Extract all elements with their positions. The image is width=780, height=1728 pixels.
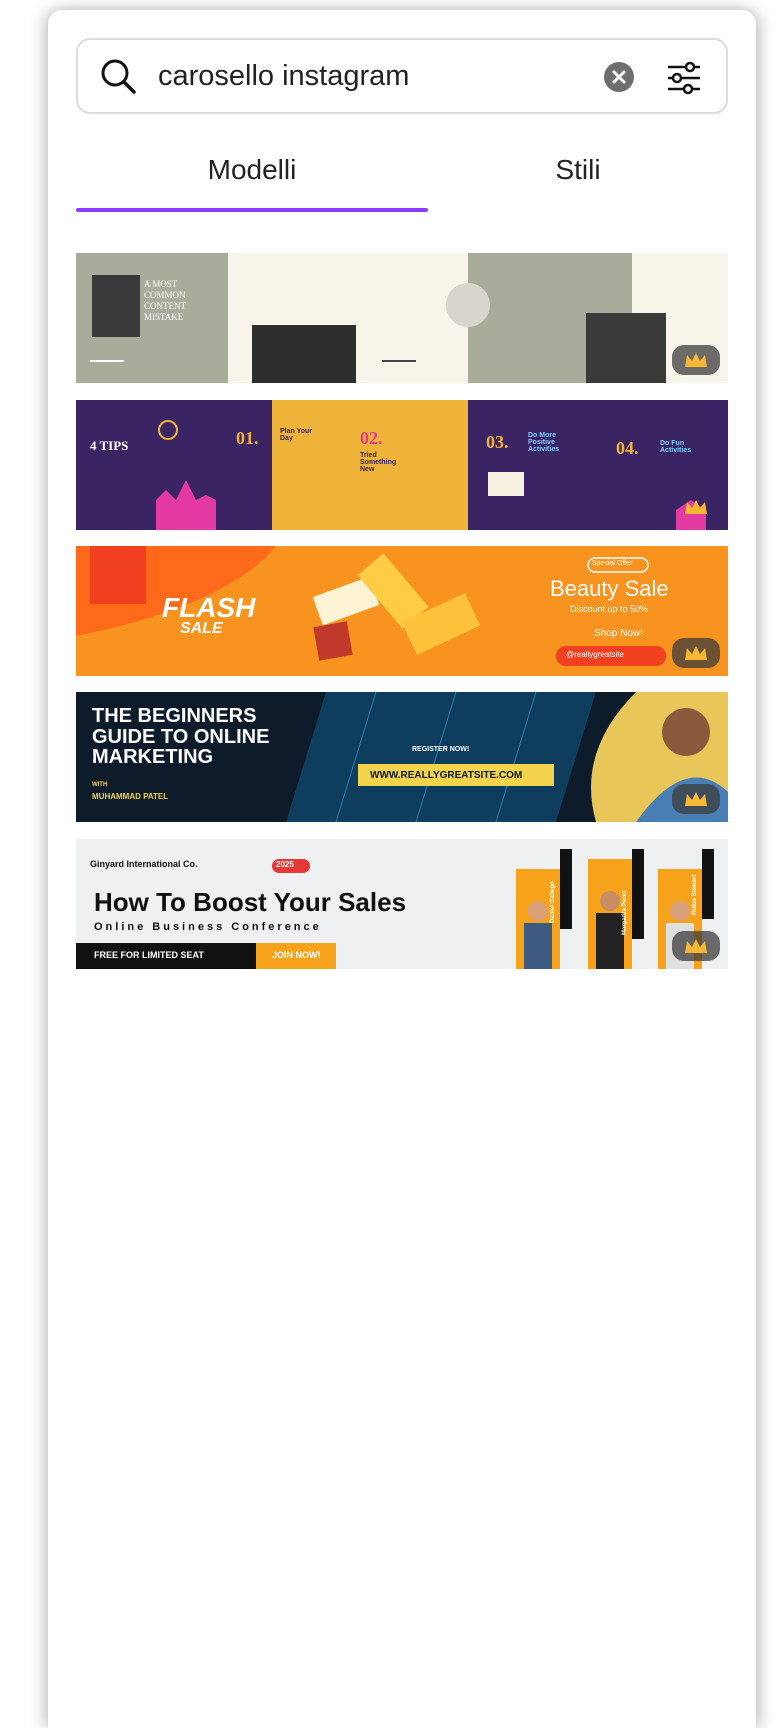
template-4-name: MUHAMMAD PATEL xyxy=(92,792,169,801)
filter-settings-icon[interactable] xyxy=(664,58,704,98)
search-icon xyxy=(101,59,136,94)
close-icon xyxy=(612,70,626,84)
template-2-number: 04. xyxy=(616,438,639,458)
crown-icon xyxy=(685,792,707,806)
tab-modelli[interactable]: Modelli xyxy=(76,150,428,210)
template-5-subtitle: Online Business Conference xyxy=(94,921,322,933)
template-3-sale: SALE xyxy=(180,620,223,637)
template-2-number: 02. xyxy=(360,428,383,448)
template-3-shop: Shop Now! xyxy=(594,628,643,639)
template-thumbnail-1[interactable]: A MOST COMMON CONTENT MISTAKE xyxy=(76,253,728,383)
crown-icon xyxy=(685,646,707,660)
template-2-number: 03. xyxy=(486,432,509,452)
template-5-speaker: Rufus Stewart xyxy=(692,874,698,915)
template-4-line: MARKETING xyxy=(92,746,214,768)
template-2-title: 4 TIPS xyxy=(90,438,129,453)
template-4-with: WITH xyxy=(92,782,108,788)
template-1-line: MISTAKE xyxy=(144,312,184,322)
template-thumbnail-2[interactable]: 4 TIPS 01. Plan Your Day 02. Tried Somet… xyxy=(76,400,728,530)
template-5-title: How To Boost Your Sales xyxy=(94,887,407,917)
premium-crown-badge xyxy=(672,345,720,375)
template-3-title: Beauty Sale xyxy=(550,576,669,601)
template-thumbnail-5[interactable]: Ginyard International Co. 2025 How To Bo… xyxy=(76,839,728,969)
template-2-heading: Tried Something New xyxy=(360,452,397,473)
template-2-heading: Do More Positive Activities xyxy=(528,432,560,453)
template-2-heading: Do Fun Activities xyxy=(660,440,692,454)
template-5-badge: 2025 xyxy=(276,860,294,869)
template-5-speaker: Daniel Gallego xyxy=(550,881,556,923)
template-3-handle: @reallygreatsite xyxy=(566,650,624,659)
template-thumbnail-3[interactable]: FLASH SALE Special Offer Beauty Sale Dis… xyxy=(76,546,728,676)
clear-search-button[interactable] xyxy=(604,62,634,92)
template-5-join: JOIN NOW! xyxy=(272,950,321,960)
template-4-url: WWW.REALLYGREATSITE.COM xyxy=(370,770,523,781)
template-thumbnail-4[interactable]: THE BEGINNERS GUIDE TO ONLINE MARKETING … xyxy=(76,692,728,822)
premium-crown-badge xyxy=(672,784,720,814)
crown-icon xyxy=(685,500,707,514)
template-5-speaker: Margarita Perez xyxy=(622,890,628,935)
template-1-line: CONTENT xyxy=(144,301,186,311)
template-1-line: COMMON xyxy=(144,290,186,300)
template-4-register: REGISTER NOW! xyxy=(412,746,470,753)
search-input[interactable] xyxy=(156,58,580,94)
template-4-line: THE BEGINNERS xyxy=(92,705,257,727)
tab-stili[interactable]: Stili xyxy=(428,150,728,210)
search-bar[interactable] xyxy=(76,38,728,114)
crown-icon xyxy=(685,353,707,367)
search-panel: Modelli Stili A MOST COMMON CONTENT MIST… xyxy=(48,10,756,1728)
template-1-line: A MOST xyxy=(144,279,178,289)
template-3-discount: Discount up to 50% xyxy=(570,604,649,614)
template-2-number: 01. xyxy=(236,428,259,448)
active-tab-indicator xyxy=(76,208,428,212)
crown-icon xyxy=(685,939,707,953)
template-5-free: FREE FOR LIMITED SEAT xyxy=(94,950,204,960)
premium-crown-badge xyxy=(672,638,720,668)
premium-crown-badge xyxy=(672,492,720,522)
template-2-heading: Plan Your Day xyxy=(280,428,313,442)
template-5-company: Ginyard International Co. xyxy=(90,859,198,869)
template-3-offer: Special Offer xyxy=(592,560,633,567)
premium-crown-badge xyxy=(672,931,720,961)
